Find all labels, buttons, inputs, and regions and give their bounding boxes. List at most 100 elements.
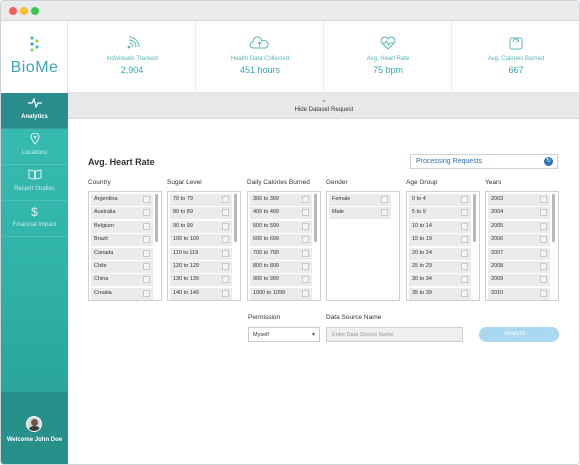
gender-listbox[interactable]: Female Male (326, 191, 400, 301)
list-item[interactable]: China (91, 274, 153, 287)
list-item[interactable]: 2009 (488, 274, 550, 287)
list-item[interactable]: 130 to 139 (170, 274, 232, 287)
list-item[interactable]: Male (329, 207, 391, 220)
country-listbox[interactable]: Argentina Australia Belgium Brazil Canada Chi… (88, 191, 162, 301)
list-item[interactable]: Australia (91, 207, 153, 220)
list-item[interactable]: 80 to 89 (170, 207, 232, 220)
checkbox[interactable] (143, 209, 150, 217)
list-item[interactable]: 2008 (488, 260, 550, 273)
checkbox[interactable] (381, 209, 388, 217)
list-item[interactable]: 400 to 499 (250, 207, 312, 220)
list-item[interactable]: 700 to 799 (250, 247, 312, 260)
checkbox[interactable] (461, 222, 468, 230)
scrollbar[interactable] (155, 194, 158, 242)
checkbox[interactable] (302, 276, 309, 284)
list-item[interactable]: 2003 (488, 194, 550, 206)
checkbox[interactable] (461, 262, 468, 270)
checkbox[interactable] (461, 209, 468, 217)
list-item[interactable]: 500 to 599 (250, 220, 312, 233)
checkbox[interactable] (143, 222, 150, 230)
checkbox[interactable] (540, 209, 547, 217)
list-item[interactable]: 2005 (488, 220, 550, 233)
list-item[interactable]: 70 to 79 (170, 194, 232, 206)
processing-requests-button[interactable]: Processing Requests ↻ (410, 154, 558, 169)
list-item[interactable]: 15 to 19 (409, 234, 471, 247)
checkbox[interactable] (302, 209, 309, 217)
list-item[interactable]: 2007 (488, 247, 550, 260)
permission-select[interactable]: Myself ▾ (248, 327, 320, 342)
list-item[interactable]: 35 to 39 (409, 287, 471, 300)
list-item[interactable]: 90 to 99 (170, 220, 232, 233)
checkbox[interactable] (461, 249, 468, 257)
checkbox[interactable] (461, 196, 468, 203)
maximize-window-button[interactable] (31, 7, 39, 15)
checkbox[interactable] (461, 236, 468, 244)
checkbox[interactable] (143, 249, 150, 257)
list-item[interactable]: 0 to 4 (409, 194, 471, 206)
list-item[interactable]: 110 to 119 (170, 247, 232, 260)
list-item[interactable]: 10 to 14 (409, 220, 471, 233)
checkbox[interactable] (222, 249, 229, 257)
list-item[interactable]: 600 to 699 (250, 234, 312, 247)
checkbox[interactable] (222, 196, 229, 203)
user-profile[interactable]: Welcome John Doe (1, 392, 68, 464)
list-item[interactable]: 300 to 399 (250, 194, 312, 206)
list-item[interactable]: Croatia (91, 287, 153, 300)
checkbox[interactable] (302, 249, 309, 257)
checkbox[interactable] (222, 289, 229, 297)
list-item[interactable]: 2010 (488, 287, 550, 300)
checkbox[interactable] (302, 196, 309, 203)
checkbox[interactable] (540, 262, 547, 270)
hide-dataset-request-toggle[interactable]: ⌄ Hide Dataset Request (68, 93, 579, 119)
scrollbar[interactable] (314, 194, 317, 242)
checkbox[interactable] (461, 276, 468, 284)
age-group-listbox[interactable]: 0 to 4 5 to 9 10 to 14 15 to 19 20 to 24 25 t… (406, 191, 480, 301)
scrollbar[interactable] (552, 194, 555, 242)
list-item[interactable]: 1000 to 1099 (250, 287, 312, 300)
sidebar-item-financial-impact[interactable]: $ Financial Impact (1, 201, 68, 237)
checkbox[interactable] (540, 196, 547, 203)
checkbox[interactable] (302, 222, 309, 230)
checkbox[interactable] (222, 276, 229, 284)
list-item[interactable]: Brazil (91, 234, 153, 247)
checkbox[interactable] (143, 236, 150, 244)
checkbox[interactable] (302, 236, 309, 244)
checkbox[interactable] (143, 276, 150, 284)
list-item[interactable]: Belgium (91, 220, 153, 233)
checkbox[interactable] (302, 289, 309, 297)
avatar[interactable] (26, 416, 42, 432)
checkbox[interactable] (143, 196, 150, 203)
data-source-input[interactable]: Enter Data Source Name (326, 327, 463, 342)
checkbox[interactable] (540, 222, 547, 230)
checkbox[interactable] (540, 276, 547, 284)
checkbox[interactable] (143, 262, 150, 270)
daily-calories-listbox[interactable]: 300 to 399 400 to 499 500 to 599 600 to 699… (247, 191, 321, 301)
list-item[interactable]: Argentina (91, 194, 153, 206)
sidebar-item-analytics[interactable]: Analytics (1, 93, 68, 129)
list-item[interactable]: 2004 (488, 207, 550, 220)
list-item[interactable]: 120 to 129 (170, 260, 232, 273)
list-item[interactable]: 5 to 9 (409, 207, 471, 220)
checkbox[interactable] (540, 249, 547, 257)
checkbox[interactable] (461, 289, 468, 297)
years-listbox[interactable]: 2003 2004 2005 2006 2007 2008 2009 2010 (485, 191, 559, 301)
checkbox[interactable] (222, 236, 229, 244)
checkbox[interactable] (222, 209, 229, 217)
checkbox[interactable] (143, 289, 150, 297)
minimize-window-button[interactable] (20, 7, 28, 15)
checkbox[interactable] (222, 262, 229, 270)
list-item[interactable]: Canada (91, 247, 153, 260)
list-item[interactable]: 140 to 149 (170, 287, 232, 300)
checkbox[interactable] (540, 236, 547, 244)
list-item[interactable]: 20 to 24 (409, 247, 471, 260)
list-item[interactable]: 800 to 899 (250, 260, 312, 273)
close-window-button[interactable] (9, 7, 17, 15)
list-item[interactable]: 30 to 34 (409, 274, 471, 287)
scrollbar[interactable] (473, 194, 476, 242)
checkbox[interactable] (381, 196, 388, 203)
analyze-button[interactable]: Analyze › (479, 327, 559, 342)
list-item[interactable]: 25 to 29 (409, 260, 471, 273)
scrollbar[interactable] (234, 194, 237, 242)
logo[interactable]: BioMe (1, 21, 68, 93)
list-item[interactable]: 100 to 109 (170, 234, 232, 247)
